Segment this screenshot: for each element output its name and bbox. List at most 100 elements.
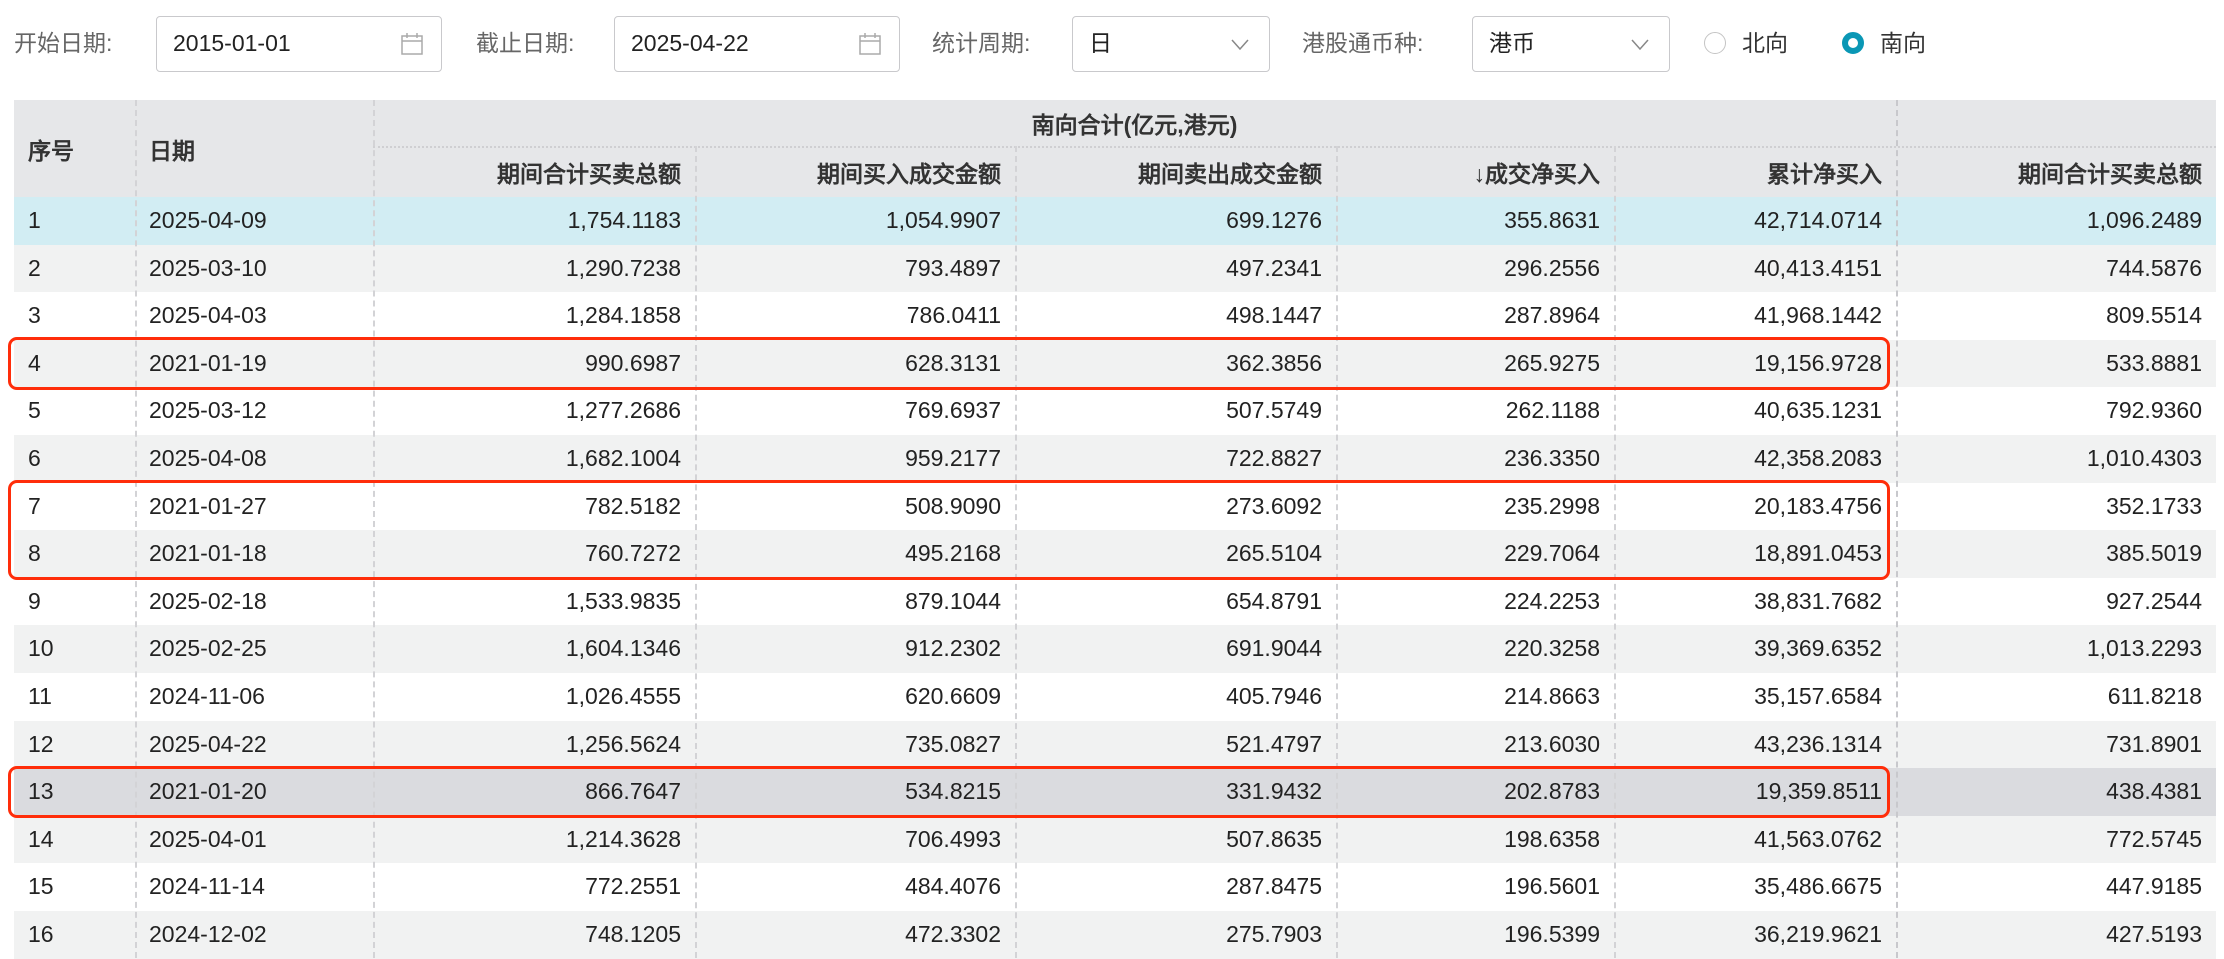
table-row[interactable]: 4 2021-01-19 990.6987 628.3131 362.3856 265.9… [14, 339, 2216, 388]
column-divider [373, 100, 375, 958]
radio-circle-icon[interactable] [1704, 32, 1726, 54]
cell-total-turnover: 1,682.1004 [565, 445, 681, 471]
chevron-down-icon [1231, 39, 1249, 51]
cell-index: 6 [28, 445, 41, 471]
cell-net-buy: 236.3350 [1504, 445, 1600, 471]
cell-sell-amount: 265.5104 [1226, 540, 1322, 567]
cell-index: 5 [28, 397, 41, 424]
header-net-buy[interactable]: ↓成交净买入 [1336, 146, 1614, 197]
cell-sell-amount: 722.8827 [1226, 445, 1322, 471]
table-row[interactable]: 10 2025-02-25 1,604.1346 912.2302 691.9044 22… [14, 625, 2216, 673]
cell-index: 13 [28, 778, 54, 805]
table-row[interactable]: 9 2025-02-18 1,533.9835 879.1044 654.8791 224… [14, 577, 2216, 626]
cell-total-turnover-2: 352.1733 [2106, 492, 2202, 519]
cell-cumulative-net-buy: 41,968.1442 [1754, 302, 1882, 329]
cell-cumulative-net-buy: 41,563.0762 [1754, 825, 1882, 852]
cell-buy-amount: 620.6609 [905, 683, 1001, 709]
radio-south-label: 南向 [1880, 30, 1926, 56]
header-buy-amount[interactable]: 期间买入成交金额 [695, 146, 1015, 197]
cell-date: 2025-04-22 [149, 730, 267, 757]
table-row[interactable]: 1 2025-04-09 1,754.1183 1,054.9907 699.1276 3… [14, 197, 2216, 245]
cell-cumulative-net-buy: 35,157.6584 [1754, 683, 1882, 709]
cell-cumulative-net-buy: 39,369.6352 [1754, 635, 1882, 662]
cell-buy-amount: 959.2177 [905, 445, 1001, 471]
table-row[interactable]: 2 2025-03-10 1,290.7238 793.4897 497.2341 296… [14, 244, 2216, 293]
column-divider [1015, 146, 1017, 958]
period-select[interactable]: 日 [1072, 16, 1270, 72]
table-row[interactable]: 6 2025-04-08 1,682.1004 959.2177 722.8827 236… [14, 435, 2216, 483]
cell-buy-amount: 495.2168 [905, 540, 1001, 567]
cell-sell-amount: 507.5749 [1226, 397, 1322, 424]
cell-date: 2025-03-10 [149, 254, 267, 281]
cell-buy-amount: 912.2302 [905, 635, 1001, 662]
table-row[interactable]: 11 2024-11-06 1,026.4555 620.6609 405.7946 21… [14, 673, 2216, 721]
cell-date: 2021-01-18 [149, 540, 267, 567]
cell-buy-amount: 769.6937 [905, 397, 1001, 424]
cell-sell-amount: 699.1276 [1226, 207, 1322, 233]
header-index[interactable]: 序号 [14, 100, 135, 197]
cell-sell-amount: 405.7946 [1226, 683, 1322, 709]
cell-net-buy: 196.5601 [1504, 873, 1600, 900]
table-row[interactable]: 7 2021-01-27 782.5182 508.9090 273.6092 235.2… [14, 482, 2216, 531]
cell-cumulative-net-buy: 40,635.1231 [1754, 397, 1882, 424]
cell-index: 1 [28, 207, 41, 233]
cell-sell-amount: 273.6092 [1226, 492, 1322, 519]
cell-net-buy: 198.6358 [1504, 825, 1600, 852]
start-date-input[interactable]: 2015-01-01 [156, 16, 442, 72]
calendar-icon[interactable] [857, 31, 883, 57]
currency-select[interactable]: 港币 [1472, 16, 1670, 72]
cell-cumulative-net-buy: 43,236.1314 [1754, 730, 1882, 757]
cell-sell-amount: 498.1447 [1226, 302, 1322, 329]
cell-buy-amount: 534.8215 [905, 778, 1001, 805]
calendar-icon[interactable] [399, 31, 425, 57]
cell-index: 11 [28, 683, 52, 709]
cell-total-turnover: 1,214.3628 [565, 825, 681, 852]
column-divider [135, 100, 137, 958]
header-sell-amount[interactable]: 期间卖出成交金额 [1015, 146, 1336, 197]
cell-net-buy: 214.8663 [1504, 683, 1600, 709]
end-date-input[interactable]: 2025-04-22 [614, 16, 900, 72]
table-row[interactable]: 3 2025-04-03 1,284.1858 786.0411 498.1447 287… [14, 292, 2216, 340]
cell-sell-amount: 507.8635 [1226, 825, 1322, 852]
cell-total-turnover-2: 427.5193 [2106, 921, 2202, 947]
table-row[interactable]: 8 2021-01-18 760.7272 495.2168 265.5104 229.7… [14, 530, 2216, 578]
start-date-value: 2015-01-01 [173, 30, 291, 56]
cell-index: 2 [28, 254, 41, 281]
period-label: 统计周期: [932, 30, 1031, 56]
radio-north[interactable]: 北向 [1704, 14, 1788, 72]
cell-buy-amount: 508.9090 [905, 492, 1001, 519]
header-total-turnover-2[interactable]: 期间合计买卖总额 [1896, 146, 2216, 197]
cell-cumulative-net-buy: 35,486.6675 [1754, 873, 1882, 900]
radio-north-label: 北向 [1742, 30, 1788, 56]
table-row[interactable]: 15 2024-11-14 772.2551 484.4076 287.8475 196.… [14, 863, 2216, 911]
cell-total-turnover: 866.7647 [585, 778, 681, 805]
header-cumulative-net-buy[interactable]: 累计净买入 [1614, 146, 1896, 197]
cell-index: 8 [28, 540, 41, 567]
cell-cumulative-net-buy: 36,219.9621 [1754, 921, 1882, 947]
cell-total-turnover: 1,256.5624 [565, 730, 681, 757]
chevron-down-icon [1631, 39, 1649, 51]
header-total-turnover[interactable]: 期间合计买卖总额 [373, 146, 695, 197]
cell-index: 7 [28, 492, 41, 519]
cell-net-buy: 265.9275 [1504, 349, 1600, 376]
cell-date: 2024-11-06 [149, 683, 265, 709]
cell-sell-amount: 691.9044 [1226, 635, 1322, 662]
cell-date: 2021-01-19 [149, 349, 267, 376]
cell-total-turnover: 990.6987 [585, 349, 681, 376]
cell-net-buy: 355.8631 [1504, 207, 1600, 233]
cell-net-buy: 202.8783 [1504, 778, 1600, 805]
table-row[interactable]: 5 2025-03-12 1,277.2686 769.6937 507.5749 262… [14, 387, 2216, 435]
table-row[interactable]: 14 2025-04-01 1,214.3628 706.4993 507.8635 19… [14, 815, 2216, 864]
table-row[interactable]: 13 2021-01-20 866.7647 534.8215 331.9432 202.… [14, 768, 2216, 816]
cell-cumulative-net-buy: 20,183.4756 [1754, 492, 1882, 519]
cell-total-turnover: 1,533.9835 [565, 587, 681, 614]
cell-index: 14 [28, 825, 54, 852]
radio-south[interactable]: 南向 [1842, 14, 1926, 72]
table-row[interactable]: 16 2024-12-02 748.1205 472.3302 275.7903 196.… [14, 911, 2216, 959]
header-date[interactable]: 日期 [135, 100, 373, 197]
cell-total-turnover-2: 1,013.2293 [2086, 635, 2202, 662]
cell-sell-amount: 497.2341 [1226, 254, 1322, 281]
table-row[interactable]: 12 2025-04-22 1,256.5624 735.0827 521.4797 21… [14, 720, 2216, 769]
radio-checked-icon[interactable] [1842, 32, 1864, 54]
cell-net-buy: 229.7064 [1504, 540, 1600, 567]
